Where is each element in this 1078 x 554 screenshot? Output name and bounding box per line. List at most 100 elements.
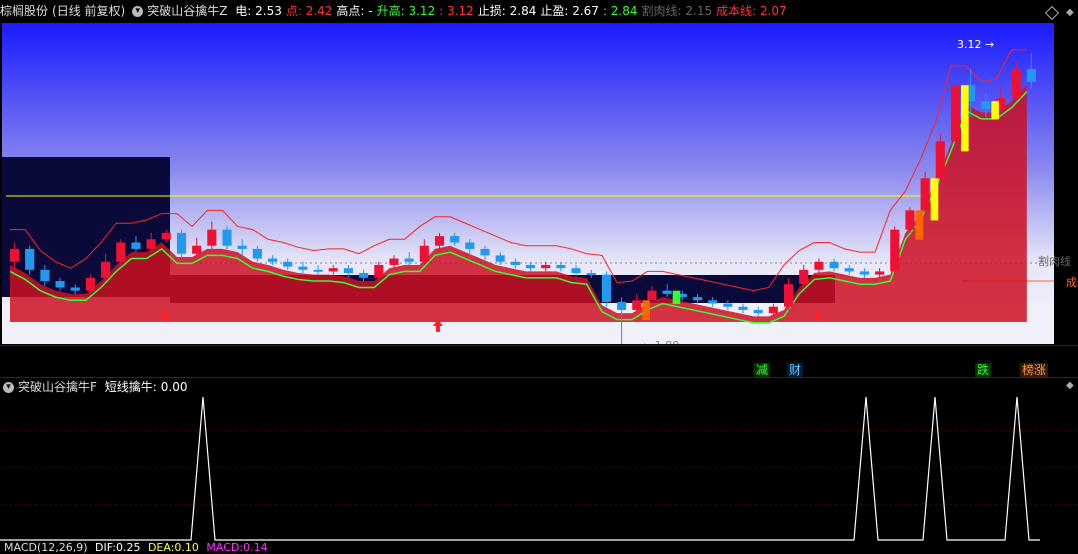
header-item-8: 割肉线: 2.15 [641,4,713,18]
sub-chart[interactable] [0,393,1078,542]
diamond-icon[interactable] [1044,5,1060,21]
candle-body-53 [814,261,824,270]
candle-body-42 [647,290,657,301]
signal-bar-5 [642,300,650,320]
candle-body-34 [526,264,536,269]
candle-body-4 [70,287,80,291]
candle-body-3 [55,281,65,288]
macd-header: MACD(12,26,9) DIF:0.25 DEA:0.10 MACD:0.1… [4,541,268,554]
candle-body-21 [328,268,338,272]
candle-body-62 [950,85,961,142]
right-label-2: 成 [1066,276,1077,289]
candle-body-64 [981,101,991,110]
candle-body-7 [116,242,126,262]
signal-bar-1 [961,85,969,152]
candle-body-41 [632,300,642,310]
header-item-0: 电: 2.53 [235,4,282,18]
candle-body-66 [1011,69,1021,98]
sub-indicator-name: 突破山谷擒牛F [18,380,97,394]
candle-body-60 [920,178,930,211]
candle-body-59 [905,210,915,230]
candle-body-26 [404,258,414,262]
candle-body-38 [586,273,596,276]
candle-body-67 [1026,69,1036,82]
candle-body-13 [207,229,217,246]
period: (日线 前复权) [52,4,126,18]
candlestick-chart[interactable]: 3.12 → ← 1.80 [2,23,1054,344]
low-label: ← 1.80 [642,339,679,344]
signal-bar-3 [991,101,999,120]
header-item-5: 止损: 2.84 [477,4,537,18]
macd-value: 0.14 [243,541,268,554]
dif-value: 0.25 [115,541,141,554]
header-item-2: 高点: - [336,4,373,18]
candle-body-31 [480,248,490,256]
main-header: 棕榈股份 (日线 前复权) ▾ 突破山谷擒牛Z 电: 2.53 点: 2.42 高点: -… [0,0,795,22]
candle-body-24 [374,264,384,278]
candle-body-27 [419,245,429,262]
candle-body-11 [176,232,187,254]
indicator-name: 突破山谷擒牛Z [147,4,228,18]
candle-body-55 [844,268,854,272]
header-item-6: 止盈: 2.67 [540,4,599,18]
header-item-4: : 3.12 [439,4,474,18]
tag-jian[interactable]: 减 [754,363,771,377]
candle-body-10 [161,232,171,240]
candle-body-18 [283,261,293,267]
candle-body-57 [875,271,885,275]
tag-cai[interactable]: 财 [787,363,804,377]
candle-body-36 [556,264,566,269]
candle-body-0 [10,248,20,262]
candle-body-25 [389,258,399,265]
collapse-icon[interactable]: ▾ [132,6,144,17]
chevron-down-icon[interactable]: ◆ [1066,380,1074,391]
candle-body-48 [738,306,748,310]
candle-body-6 [101,261,111,278]
collapse-icon[interactable]: ▾ [3,382,14,393]
candle-body-2 [40,269,50,282]
candle-body-1 [25,248,35,270]
spike-chart[interactable] [0,393,1078,542]
candle-body-5 [85,277,95,291]
spike-line [0,396,1040,541]
candle-body-43 [662,290,672,294]
macd-name: MACD(12,26,9) [4,541,88,554]
candle-body-54 [829,261,839,269]
candle-body-32 [495,255,505,262]
signal-bar-0 [930,178,939,221]
candle-body-51 [784,284,794,307]
candle-body-29 [450,236,460,243]
header-item-9: 成本线: 2.07 [716,4,787,18]
candle-body-45 [692,297,703,301]
peak-label: 3.12 → [957,38,994,51]
tag-bangzhang[interactable]: 榜涨 [1020,363,1049,377]
candle-body-61 [935,141,945,179]
candle-body-20 [313,269,323,272]
divider-1 [0,345,1078,346]
candle-body-47 [723,303,733,307]
candle-body-50 [768,306,778,314]
header-values: 电: 2.53 点: 2.42 高点: - 升高: 3.12: 3.12 止损: 2.8… [235,4,790,18]
candle-body-8 [131,242,141,249]
right-label-1: 割肉线 [1038,255,1071,268]
candle-body-52 [799,269,809,285]
chevron-up-icon[interactable]: ◆ [1066,7,1074,18]
candle-body-58 [890,229,900,272]
candle-body-19 [298,266,308,270]
candle-body-22 [343,268,353,274]
candle-body-40 [617,301,627,310]
stock-name: 棕榈股份 [0,4,49,18]
header-item-3: 升高: 3.12 [376,4,436,18]
signal-bar-4 [672,290,681,304]
right-axis: 割肉线 成 [1038,23,1078,344]
signal-bar-2 [915,210,924,240]
candle-body-49 [753,309,763,314]
candle-body-14 [222,229,232,246]
candle-body-35 [541,264,551,269]
candle-body-56 [859,271,869,275]
candle-body-16 [252,248,262,259]
tag-die[interactable]: 跌 [975,363,992,377]
sub-label: 短线擒牛: [104,380,157,394]
candle-body-33 [510,261,520,265]
main-chart[interactable]: 3.12 → ← 1.80 [2,23,1054,344]
